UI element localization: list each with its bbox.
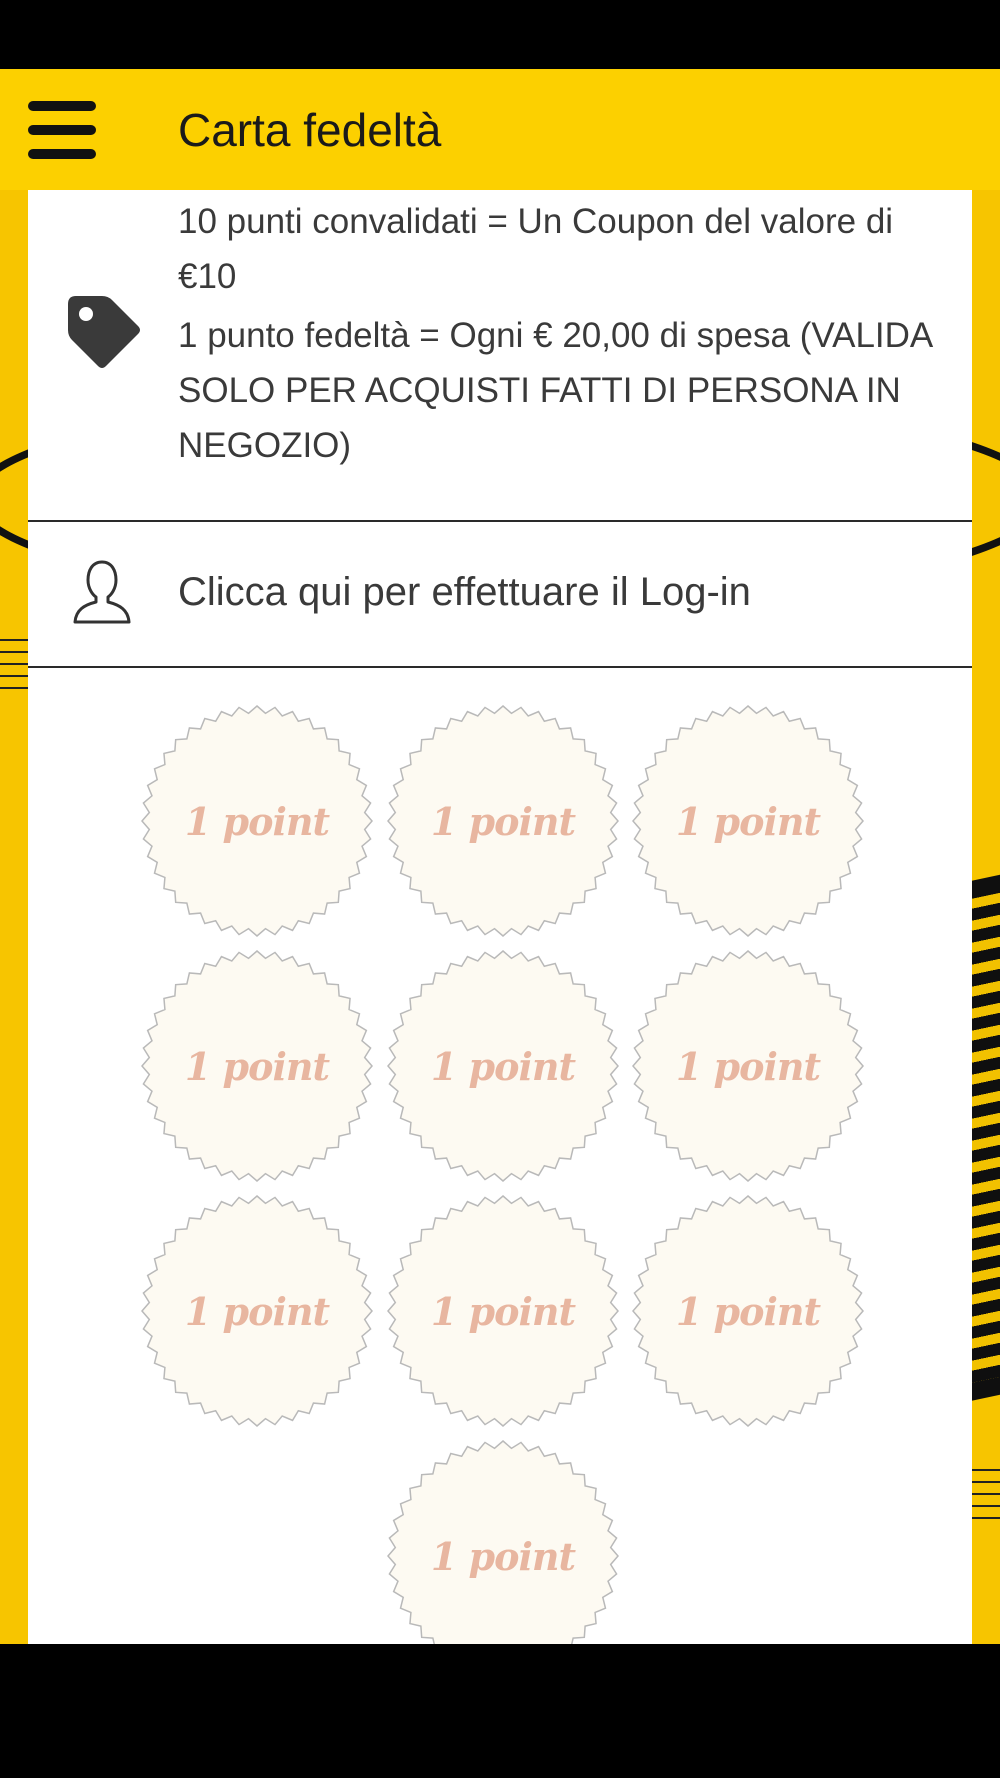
- points-grid: 1 point 1 point 1 point 1 point 1 point …: [28, 668, 972, 1644]
- point-stamp: 1 point: [139, 948, 375, 1184]
- login-label: Clicca qui per effettuare il Log-in: [178, 570, 751, 614]
- point-stamp: 1 point: [630, 703, 866, 939]
- coupon-rule-text: 10 punti convalidati = Un Coupon del val…: [178, 202, 894, 296]
- info-section: 10 punti convalidati = Un Coupon del val…: [28, 190, 972, 522]
- status-bar: [0, 0, 1000, 69]
- app-bar: Carta fedeltà: [0, 69, 1000, 190]
- point-stamp: 1 point: [385, 1438, 621, 1644]
- navigation-bar: [0, 1644, 1000, 1778]
- tag-icon: [62, 290, 142, 370]
- point-stamp: 1 point: [630, 948, 866, 1184]
- point-stamp: 1 point: [385, 1193, 621, 1429]
- point-stamp: 1 point: [385, 948, 621, 1184]
- loyalty-card: 10 punti convalidati = Un Coupon del val…: [28, 190, 972, 1644]
- points-rule-text: 1 punto fedeltà = Ogni € 20,00 di spesa …: [178, 316, 932, 465]
- user-icon: [72, 558, 132, 626]
- page-title: Carta fedeltà: [178, 104, 442, 156]
- point-stamp: 1 point: [385, 703, 621, 939]
- point-stamp: 1 point: [630, 1193, 866, 1429]
- login-button[interactable]: Clicca qui per effettuare il Log-in: [28, 522, 972, 668]
- hamburger-menu-icon[interactable]: [28, 101, 96, 159]
- point-stamp: 1 point: [139, 1193, 375, 1429]
- point-stamp: 1 point: [139, 703, 375, 939]
